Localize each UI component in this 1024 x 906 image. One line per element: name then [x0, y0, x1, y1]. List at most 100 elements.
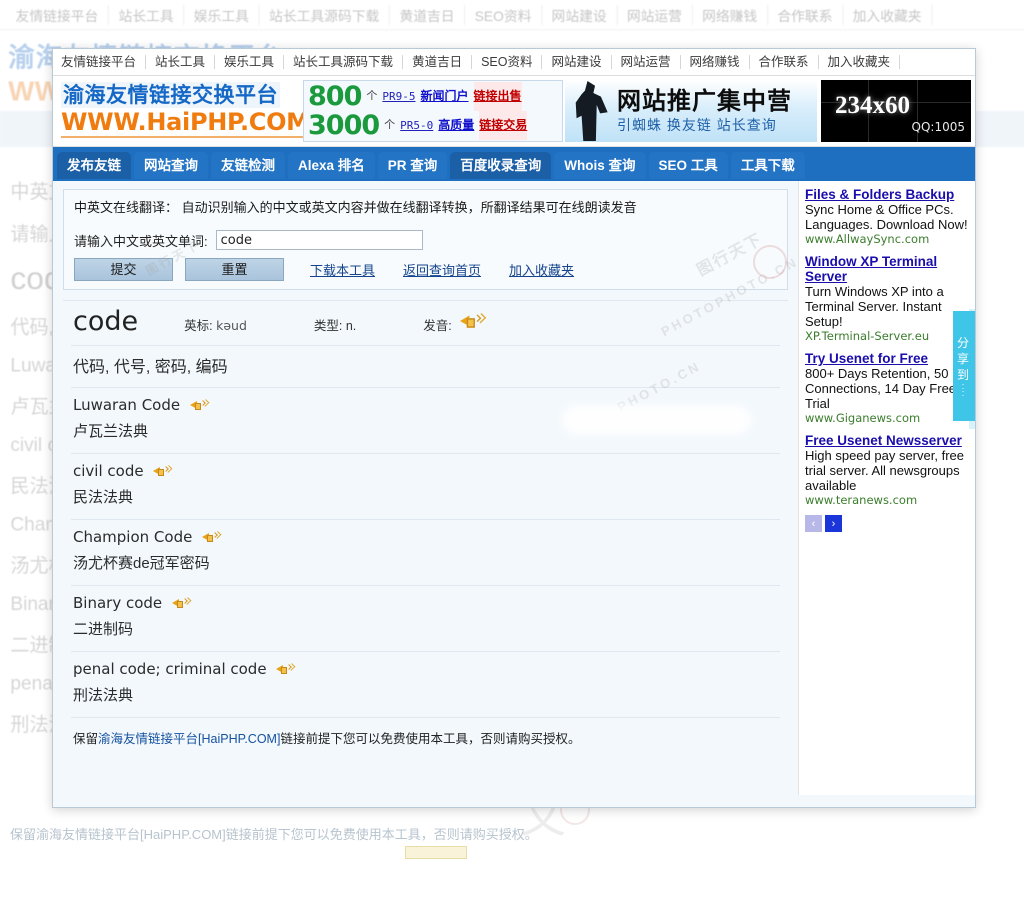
- promo-count: 800: [308, 81, 362, 112]
- top-link-source-download[interactable]: 站长工具源码下载: [284, 55, 404, 69]
- main-navbar: 发布友链 网站查询 友链检测 Alexa 排名 PR 查询 百度收录查询 Who…: [53, 147, 975, 181]
- speaker-icon[interactable]: [171, 596, 192, 610]
- button-row: 提交 重置 下载本工具 返回查询首页 加入收藏夹: [64, 252, 787, 289]
- ad-banner-promotion[interactable]: 网站推广集中营 引蜘蛛 换友链 站长查询: [565, 80, 817, 142]
- example-cn-text: 刑法法典: [73, 687, 134, 704]
- tab-site-query[interactable]: 网站查询: [134, 152, 208, 179]
- content-area: 中英文在线翻译： 自动识别输入的中文或英文内容并做在线翻译转换，所翻译结果可在线…: [53, 181, 975, 795]
- result-card: code 英标: kəud 类型: n. 发音: 代码, 代号, 密码, 编码 …: [63, 300, 788, 751]
- logo-chinese-title: 渝海友情链接交换平台: [61, 82, 280, 108]
- ad-item[interactable]: Window XP Terminal Server Turn Windows X…: [805, 254, 971, 344]
- top-link-jianshe[interactable]: 网站建设: [542, 55, 612, 69]
- example-item: Binary code 二进制码: [63, 586, 788, 651]
- tab-link-check[interactable]: 友链检测: [211, 152, 285, 179]
- top-link-seo[interactable]: SEO资料: [472, 55, 543, 69]
- promo-pr-range[interactable]: PR5-0: [400, 111, 433, 140]
- top-link-favorite[interactable]: 加入收藏夹: [819, 55, 901, 69]
- ad-url[interactable]: www.AllwaySync.com: [805, 232, 971, 247]
- speaker-icon[interactable]: [460, 312, 490, 337]
- top-link-zhanzhang[interactable]: 站长工具: [146, 55, 216, 69]
- speaker-icon[interactable]: [189, 398, 210, 412]
- tab-tool-download[interactable]: 工具下载: [730, 152, 805, 179]
- speaker-icon[interactable]: [276, 662, 296, 676]
- top-link-zhuanqian[interactable]: 网络赚钱: [681, 55, 750, 69]
- speaker-icon[interactable]: [202, 530, 222, 544]
- translator-panel: 中英文在线翻译： 自动识别输入的中文或英文内容并做在线翻译转换，所翻译结果可在线…: [63, 189, 788, 290]
- reset-button[interactable]: 重置: [185, 258, 284, 281]
- phonetic-value: kəud: [216, 318, 247, 333]
- example-en-text: Luwaran Code: [73, 396, 181, 414]
- promo-action[interactable]: 链接出售: [473, 82, 522, 111]
- ad-banner-text: 网站推广集中营 引蜘蛛 换友链 站长查询: [611, 87, 792, 135]
- share-char: 分: [956, 336, 971, 350]
- license-post: 链接前提下您可以免费使用本工具，否则请购买授权。: [280, 732, 581, 746]
- share-widget[interactable]: 分 享 到 : :: [953, 311, 975, 421]
- bg-top-link: 站长工具: [109, 4, 185, 25]
- tab-publish-link[interactable]: 发布友链: [57, 152, 131, 179]
- tab-pr-query[interactable]: PR 查询: [377, 152, 448, 179]
- promo-pr-range[interactable]: PR9-5: [382, 82, 415, 111]
- example-en-text: Binary code: [73, 594, 163, 612]
- ad-sidebar: Files & Folders Backup Sync Home & Offic…: [798, 181, 975, 795]
- top-link-huangdaojiri[interactable]: 黄道吉日: [403, 55, 473, 69]
- ad-url[interactable]: XP.Terminal-Server.eu: [805, 329, 971, 344]
- word-header: code 英标: kəud 类型: n. 发音:: [63, 301, 788, 345]
- ad-title[interactable]: Try Usenet for Free: [805, 351, 971, 366]
- submit-button[interactable]: 提交: [74, 258, 173, 281]
- banner-qq-label: QQ:1005: [911, 120, 965, 134]
- top-link-yunying[interactable]: 网站运营: [612, 55, 681, 69]
- ad-title[interactable]: Free Usenet Newsserver: [805, 433, 971, 448]
- bg-top-link: 黄道吉日: [390, 4, 466, 25]
- license-site-link[interactable]: 渝海友情链接平台[HaiPHP.COM]: [98, 732, 280, 746]
- promo-category[interactable]: 新闻门户: [421, 82, 469, 111]
- tab-baidu-index-query[interactable]: 百度收录查询: [450, 152, 552, 179]
- ad-prev-button[interactable]: ‹: [805, 515, 822, 532]
- promo-line[interactable]: 3000 个 PR5-0 高质量 链接交易: [308, 111, 562, 140]
- tab-seo-tools[interactable]: SEO 工具: [648, 152, 728, 179]
- person-silhouette-icon: [575, 81, 608, 141]
- word-search-input[interactable]: [215, 230, 423, 250]
- promo-unit: 个: [366, 90, 378, 102]
- ad-description: 800+ Days Retention, 50 Connections, 14 …: [805, 366, 957, 411]
- top-link-hezuo[interactable]: 合作联系: [750, 55, 819, 69]
- bg-top-link: 网站运营: [617, 4, 693, 25]
- headword: code: [73, 306, 139, 337]
- bg-top-link: 娱乐工具: [184, 4, 260, 25]
- example-item: Luwaran Code 卢瓦兰法典: [63, 388, 788, 453]
- add-favorite-link[interactable]: 加入收藏夹: [509, 260, 574, 279]
- ad-url[interactable]: www.teranews.com: [805, 493, 971, 508]
- ad-title[interactable]: Files & Folders Backup: [805, 187, 971, 202]
- ad-banner-title: 网站推广集中营: [617, 87, 792, 115]
- ad-banner-placeholder[interactable]: 234x60 QQ:1005: [821, 80, 971, 142]
- example-item: Champion Code 汤尤杯赛de冠军密码: [63, 520, 788, 585]
- ad-title[interactable]: Window XP Terminal Server: [805, 254, 971, 284]
- tab-whois-query[interactable]: Whois 查询: [554, 152, 646, 179]
- promo-count: 3000: [308, 110, 380, 141]
- promo-box[interactable]: 800 个 PR9-5 新闻门户 链接出售 3000 个 PR5-0 高质量 链…: [303, 80, 563, 142]
- ad-url[interactable]: www.Giganews.com: [805, 411, 971, 426]
- promo-action[interactable]: 链接交易: [479, 111, 528, 140]
- speaker-icon[interactable]: [153, 464, 173, 478]
- ad-next-button[interactable]: ›: [825, 515, 842, 532]
- download-tool-link[interactable]: 下载本工具: [310, 260, 375, 279]
- ad-item[interactable]: Free Usenet Newsserver High speed pay se…: [805, 433, 971, 508]
- top-link-yule[interactable]: 娱乐工具: [215, 55, 285, 69]
- back-to-home-link[interactable]: 返回查询首页: [403, 260, 481, 279]
- promo-category[interactable]: 高质量: [438, 111, 474, 140]
- phonetic-label: 英标:: [184, 319, 213, 333]
- tool-column: 中英文在线翻译： 自动识别输入的中文或英文内容并做在线翻译转换，所翻译结果可在线…: [53, 181, 798, 795]
- top-link-youqing[interactable]: 友情链接平台: [53, 55, 147, 69]
- bg-top-link: 网站建设: [542, 4, 618, 25]
- share-dots: :: [961, 388, 967, 398]
- ad-pagination: ‹ ›: [805, 515, 971, 532]
- tab-alexa-rank[interactable]: Alexa 排名: [288, 152, 375, 179]
- ad-item[interactable]: Files & Folders Backup Sync Home & Offic…: [805, 187, 971, 247]
- bg-bottom-tab: [405, 846, 467, 859]
- promo-line[interactable]: 800 个 PR9-5 新闻门户 链接出售: [308, 82, 562, 111]
- ad-item[interactable]: Try Usenet for Free 800+ Days Retention,…: [805, 351, 971, 426]
- top-link-bar: 友情链接平台 站长工具 娱乐工具 站长工具源码下载 黄道吉日 SEO资料 网站建…: [53, 49, 975, 76]
- banner-row: 渝海友情链接交换平台 WWW.HaiPHP.COM 800 个 PR9-5 新闻…: [53, 76, 975, 147]
- site-logo[interactable]: 渝海友情链接交换平台 WWW.HaiPHP.COM: [53, 76, 310, 146]
- license-pre: 保留: [73, 732, 99, 746]
- example-cn-text: 卢瓦兰法典: [73, 423, 149, 440]
